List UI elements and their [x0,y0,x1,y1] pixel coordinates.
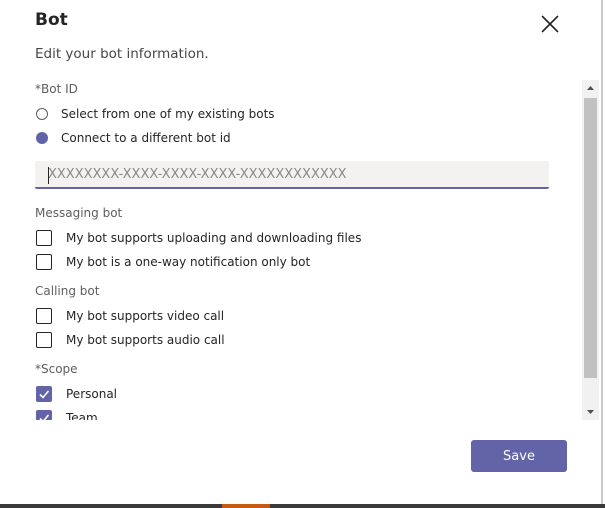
dialog-title: Bot [35,10,68,30]
vertical-scrollbar[interactable] [582,80,599,420]
checkbox[interactable] [36,254,52,270]
dialog-subtitle: Edit your bot information. [35,46,209,62]
bot-id-label: *Bot ID [35,82,78,96]
chevron-down-icon [587,410,594,414]
checkbox-checked[interactable] [36,386,52,402]
checkbox-scope-personal[interactable]: Personal [36,385,117,403]
radio-different-bot-id[interactable]: Connect to a different bot id [36,129,231,147]
radio-button-selected[interactable] [36,132,48,144]
calling-bot-label: Calling bot [35,284,100,298]
checkbox-scope-team[interactable]: Team [36,409,98,420]
scope-label: *Scope [35,362,78,376]
form-scroll-area: *Bot ID Select from one of my existing b… [0,78,582,420]
scroll-thumb[interactable] [584,98,597,378]
checkbox-video-call[interactable]: My bot supports video call [36,307,224,325]
checkbox[interactable] [36,308,52,324]
checkbox-upload-download-files[interactable]: My bot supports uploading and downloadin… [36,229,361,247]
checkbox-label: My bot supports video call [66,309,225,323]
radio-button[interactable] [36,108,48,120]
checkbox-label: My bot supports uploading and downloadin… [66,231,362,245]
checkbox-label: Team [66,411,98,420]
checkbox-one-way-notification[interactable]: My bot is a one-way notification only bo… [36,253,310,271]
radio-label: Select from one of my existing bots [61,107,275,121]
messaging-bot-label: Messaging bot [35,206,123,220]
close-button[interactable] [538,12,562,36]
chevron-up-icon [587,86,594,90]
save-button[interactable]: Save [471,440,567,472]
checkbox-label: My bot is a one-way notification only bo… [66,255,311,269]
text-caret [48,167,49,184]
close-icon [541,15,559,33]
radio-label: Connect to a different bot id [61,131,231,145]
bot-dialog: Bot Edit your bot information. *Bot ID S… [0,0,603,506]
taskbar-edge [0,504,605,508]
checkbox[interactable] [36,230,52,246]
checkbox-checked[interactable] [36,410,52,420]
checkbox-audio-call[interactable]: My bot supports audio call [36,331,225,349]
bot-id-input[interactable] [35,161,549,189]
radio-existing-bots[interactable]: Select from one of my existing bots [36,105,275,123]
taskbar-accent [222,504,270,508]
checkbox-label: My bot supports audio call [66,333,225,347]
checkmark-icon [39,390,50,399]
scroll-up-button[interactable] [582,80,599,97]
checkbox-label: Personal [66,387,118,401]
checkmark-icon [39,414,50,420]
scroll-down-button[interactable] [582,403,599,420]
checkbox[interactable] [36,332,52,348]
